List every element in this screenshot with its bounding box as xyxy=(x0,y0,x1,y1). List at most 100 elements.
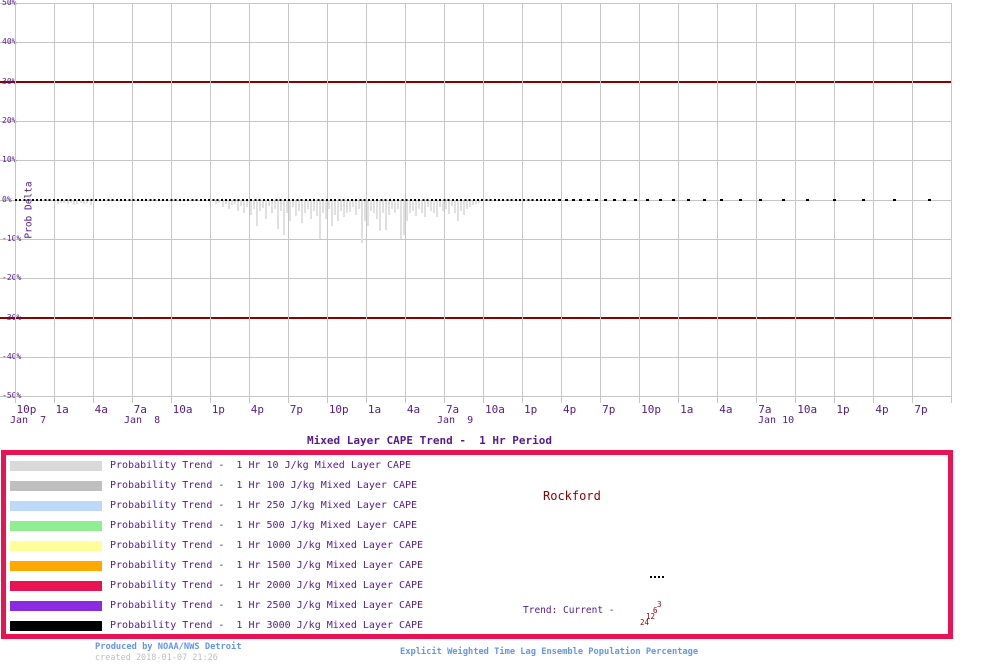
probability-bar xyxy=(218,200,220,203)
probability-bar xyxy=(80,200,82,203)
legend-item-label: Probability Trend - 1 Hr 3000 J/kg Mixed… xyxy=(110,620,424,631)
probability-bar xyxy=(283,200,285,235)
probability-bar xyxy=(93,200,95,203)
y-tick-label: 0% xyxy=(2,194,12,204)
zero-line-dash xyxy=(738,198,742,201)
footer-created-timestamp: created 2018-01-07 21:26 xyxy=(95,653,218,663)
probability-bar xyxy=(427,200,429,207)
probability-bar xyxy=(415,200,417,216)
probability-bar xyxy=(412,200,414,211)
v-gridline xyxy=(795,3,797,403)
probability-bar xyxy=(90,200,92,205)
probability-bar xyxy=(225,200,227,204)
probability-bar xyxy=(361,200,363,243)
x-tick-label: 10a xyxy=(797,403,818,416)
probability-bar xyxy=(355,200,357,215)
legend-color-swatch xyxy=(10,581,102,591)
x-tick-label: 7a xyxy=(445,403,460,416)
legend-item: Probability Trend - 1 Hr 1000 J/kg Mixed… xyxy=(6,541,948,553)
y-tick-label: -30% xyxy=(2,312,22,322)
probability-bar xyxy=(316,200,318,216)
probability-bar xyxy=(379,200,381,231)
probability-bar xyxy=(237,200,239,211)
probability-bar xyxy=(265,200,267,219)
probability-bar xyxy=(292,200,294,207)
x-date-label: Jan 7 xyxy=(10,415,47,426)
zero-line-dash xyxy=(578,198,582,201)
legend-item-label: Probability Trend - 1 Hr 2000 J/kg Mixed… xyxy=(110,580,424,591)
v-gridline xyxy=(756,3,758,403)
x-tick-label: 10p xyxy=(641,403,661,416)
h-gridline xyxy=(0,239,952,241)
probability-bar xyxy=(73,200,75,205)
probability-bar xyxy=(457,200,459,221)
probability-bar xyxy=(475,200,477,204)
probability-bar xyxy=(286,200,288,213)
legend-color-swatch xyxy=(10,521,102,531)
reference-line--30 xyxy=(0,316,952,319)
probability-bar xyxy=(63,200,65,203)
x-tick-label: 1p xyxy=(524,403,538,416)
probability-bar xyxy=(295,200,297,216)
zero-line-dash xyxy=(781,198,785,201)
v-gridline xyxy=(14,3,16,403)
probability-bar xyxy=(448,200,450,214)
legend-item: Probability Trend - 1 Hr 1500 J/kg Mixed… xyxy=(6,561,948,573)
probability-bar xyxy=(280,200,282,211)
probability-bar xyxy=(418,200,420,209)
probability-bar xyxy=(328,200,330,209)
legend-color-swatch xyxy=(10,621,102,631)
v-gridline xyxy=(873,3,875,403)
current-marker-dot xyxy=(658,576,660,578)
probability-bar xyxy=(246,200,248,207)
probability-bar xyxy=(277,200,279,229)
probability-bar xyxy=(289,200,291,221)
probability-bar xyxy=(382,200,384,213)
probability-bar xyxy=(253,200,255,209)
probability-bar xyxy=(298,200,300,211)
v-gridline xyxy=(561,3,563,403)
x-tick-label: 4p xyxy=(875,403,889,416)
probability-bar xyxy=(334,200,336,215)
v-gridline xyxy=(482,3,484,403)
x-tick-label: 1a xyxy=(367,403,382,416)
zero-line-dash xyxy=(702,198,706,201)
probability-bar xyxy=(228,200,230,209)
probability-bar xyxy=(222,200,224,207)
y-tick-label: -10% xyxy=(2,234,22,244)
legend-item: Probability Trend - 1 Hr 10 J/kg Mixed L… xyxy=(6,461,948,473)
probability-bar xyxy=(403,200,405,235)
probability-bar xyxy=(421,200,423,213)
probability-bar xyxy=(54,200,56,203)
probability-bar xyxy=(268,200,270,206)
legend-item: Probability Trend - 1 Hr 100 J/kg Mixed … xyxy=(6,481,948,493)
current-marker-dot xyxy=(650,576,652,578)
probability-bar xyxy=(76,200,78,204)
probability-bar xyxy=(451,200,453,206)
v-gridline xyxy=(951,3,953,403)
reference-line-30 xyxy=(0,80,952,83)
x-tick-label: 10a xyxy=(484,403,505,416)
probability-bar xyxy=(250,200,252,215)
zero-line-dash xyxy=(603,198,607,201)
h-gridline xyxy=(0,278,952,280)
h-gridline xyxy=(0,3,952,4)
zero-line-dash xyxy=(832,198,836,201)
probability-bar xyxy=(433,200,435,213)
probability-bar xyxy=(349,200,351,212)
x-tick-label: 10p xyxy=(328,403,349,416)
probability-bar xyxy=(346,200,348,213)
probability-bar xyxy=(394,200,396,213)
legend-item: Probability Trend - 1 Hr 250 J/kg Mixed … xyxy=(6,501,948,513)
probability-bar xyxy=(460,200,462,211)
zero-line-dash xyxy=(672,198,676,201)
x-tick-label: 1a xyxy=(680,403,694,416)
legend-item: Probability Trend - 1 Hr 3000 J/kg Mixed… xyxy=(6,621,948,633)
v-gridline xyxy=(131,3,133,403)
chart-title: Mixed Layer CAPE Trend - 1 Hr Period xyxy=(307,434,553,447)
legend-item-label: Probability Trend - 1 Hr 250 J/kg Mixed … xyxy=(110,500,418,511)
trend-label: Trend: Current - xyxy=(523,605,615,616)
x-tick-label: 4a xyxy=(94,403,108,416)
zero-line-dash xyxy=(623,198,627,201)
legend-color-swatch xyxy=(10,541,102,551)
